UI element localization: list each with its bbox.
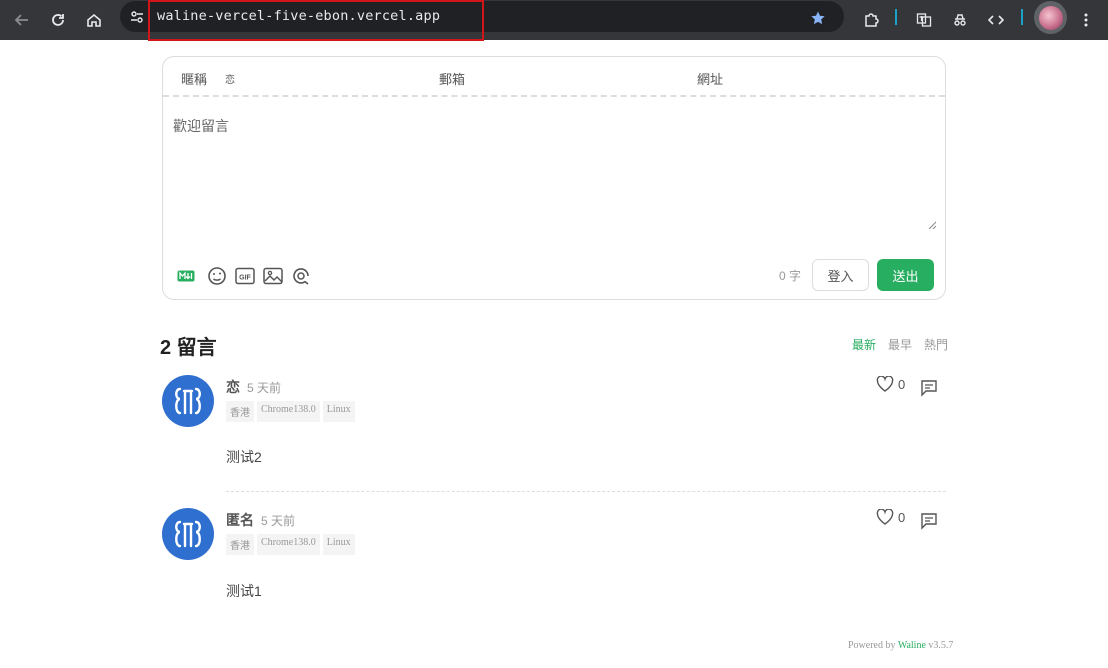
emoji-icon[interactable] bbox=[206, 265, 228, 287]
comment-content: 测试1 bbox=[226, 583, 262, 599]
toolbar-separator bbox=[895, 9, 897, 25]
comment-count-title: 2 留言 bbox=[160, 337, 217, 359]
incognito-icon[interactable] bbox=[946, 6, 974, 34]
editor-actions: GIF 0 字 登入 送出 bbox=[163, 257, 945, 297]
like-button[interactable]: 0 bbox=[876, 509, 905, 525]
extensions-icon[interactable] bbox=[857, 6, 885, 34]
profile-avatar[interactable] bbox=[1034, 1, 1067, 34]
comment-editor: 暱稱 恋 郵箱 網址 歡迎留言 GIF 0 字 登入 送出 bbox=[162, 56, 946, 300]
powered-prefix: Powered by bbox=[848, 640, 898, 651]
translate-icon[interactable] bbox=[910, 6, 938, 34]
comment-nick[interactable]: 匿名 bbox=[226, 510, 254, 530]
browser-toolbar: waline-vercel-five-ebon.vercel.app bbox=[0, 0, 1108, 41]
avatar[interactable] bbox=[162, 375, 214, 427]
meta-os: Linux bbox=[322, 401, 355, 422]
link-input[interactable]: 網址 bbox=[697, 69, 723, 88]
waline-version: v3.5.7 bbox=[925, 640, 954, 651]
profile-avatar-image bbox=[1038, 5, 1063, 30]
resize-handle-icon[interactable] bbox=[928, 221, 936, 229]
meta-os: Linux bbox=[322, 534, 355, 555]
sort-oldest[interactable]: 最早 bbox=[888, 336, 912, 353]
comment-meta: 香港 Chrome138.0 Linux bbox=[226, 401, 355, 422]
bookmark-star-icon[interactable] bbox=[808, 8, 828, 28]
mail-input[interactable]: 郵箱 bbox=[439, 69, 465, 88]
reply-icon[interactable] bbox=[918, 377, 940, 399]
gif-icon[interactable]: GIF bbox=[234, 265, 256, 287]
waline-link[interactable]: Waline bbox=[898, 640, 926, 651]
meta-location: 香港 bbox=[226, 401, 254, 422]
site-settings-icon[interactable] bbox=[126, 6, 148, 28]
home-icon[interactable] bbox=[80, 6, 108, 34]
markdown-icon[interactable] bbox=[175, 265, 197, 287]
heart-icon bbox=[876, 376, 894, 392]
editor-header: 暱稱 恋 郵箱 網址 bbox=[163, 57, 945, 97]
comment-item: 恋 5 天前 香港 Chrome138.0 Linux 0 测试2 bbox=[162, 375, 946, 495]
image-icon[interactable] bbox=[262, 265, 284, 287]
login-button[interactable]: 登入 bbox=[812, 259, 869, 291]
toolbar-separator bbox=[1021, 9, 1023, 25]
comment-meta: 香港 Chrome138.0 Linux bbox=[226, 534, 355, 555]
like-count: 0 bbox=[898, 376, 906, 392]
textarea-placeholder: 歡迎留言 bbox=[173, 118, 229, 134]
default-avatar-icon bbox=[175, 520, 201, 548]
powered-by: Powered by Waline v3.5.7 bbox=[848, 640, 953, 651]
like-count: 0 bbox=[898, 509, 906, 525]
meta-location: 香港 bbox=[226, 534, 254, 555]
heart-icon bbox=[876, 509, 894, 525]
like-button[interactable]: 0 bbox=[876, 376, 905, 392]
comment-nick[interactable]: 恋 bbox=[226, 377, 240, 397]
sort-hottest[interactable]: 熱門 bbox=[924, 336, 948, 353]
back-icon[interactable] bbox=[8, 6, 36, 34]
comment-item: 匿名 5 天前 香港 Chrome138.0 Linux 0 测试1 bbox=[162, 508, 946, 608]
avatar[interactable] bbox=[162, 508, 214, 560]
preview-icon[interactable] bbox=[290, 265, 312, 287]
meta-browser: Chrome138.0 bbox=[257, 401, 320, 422]
menu-kebab-icon[interactable] bbox=[1072, 6, 1100, 34]
reload-icon[interactable] bbox=[44, 6, 72, 34]
word-count: 0 字 bbox=[779, 269, 802, 283]
default-avatar-icon bbox=[175, 387, 201, 415]
comment-textarea[interactable]: 歡迎留言 bbox=[164, 99, 944, 233]
sort-latest[interactable]: 最新 bbox=[852, 336, 876, 353]
comment-time: 5 天前 bbox=[261, 514, 296, 528]
comment-content: 测试2 bbox=[226, 449, 262, 465]
svg-text:GIF: GIF bbox=[239, 275, 251, 282]
reply-icon[interactable] bbox=[918, 510, 940, 532]
url-highlight-box bbox=[148, 0, 484, 41]
nick-input[interactable]: 恋 bbox=[225, 71, 235, 86]
nick-label: 暱稱 bbox=[181, 72, 208, 87]
comment-time: 5 天前 bbox=[247, 381, 282, 395]
submit-button[interactable]: 送出 bbox=[877, 259, 934, 291]
comment-divider bbox=[226, 491, 946, 492]
devtools-code-icon[interactable] bbox=[982, 6, 1010, 34]
meta-browser: Chrome138.0 bbox=[257, 534, 320, 555]
